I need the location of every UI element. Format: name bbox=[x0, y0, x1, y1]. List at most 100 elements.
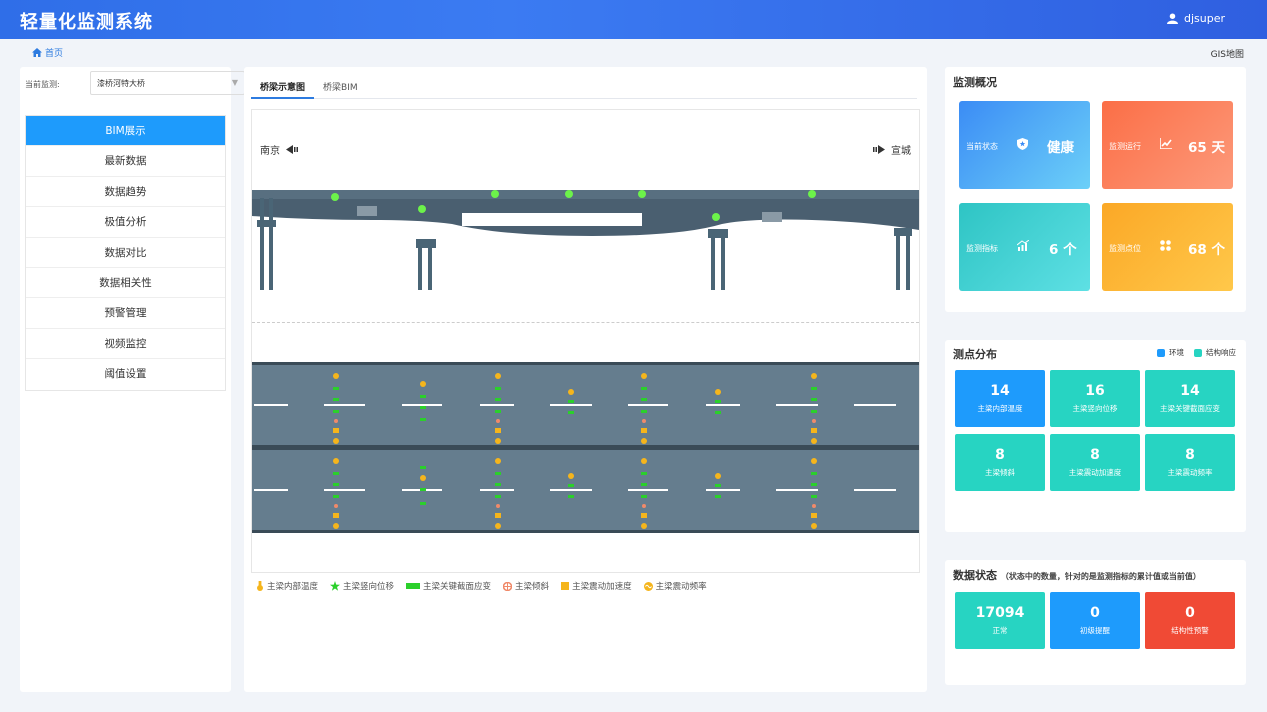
tile-normal-label: 正常 bbox=[992, 626, 1008, 635]
tile-primary-reminder[interactable]: 0 初级提醒 bbox=[1050, 592, 1140, 649]
tile-strain-value: 14 bbox=[1180, 383, 1200, 399]
thermometer-icon bbox=[257, 581, 263, 591]
tile-primary-reminder-label: 初级提醒 bbox=[1080, 626, 1110, 635]
card-runtime[interactable]: 监测运行 65 天 bbox=[1102, 101, 1233, 189]
home-icon bbox=[32, 48, 42, 57]
bridge-diagram: 南京 宣城 bbox=[251, 109, 920, 573]
tile-displacement[interactable]: 16 主梁竖向位移 bbox=[1050, 370, 1140, 427]
legend-temperature: 主梁内部温度 bbox=[256, 580, 318, 592]
menu-item-data-compare[interactable]: 数据对比 bbox=[26, 238, 225, 268]
card-points-value: 68 个 bbox=[1188, 242, 1225, 258]
tile-tilt[interactable]: 8 主梁倾斜 bbox=[955, 434, 1045, 491]
legend-acceleration: 主梁震动加速度 bbox=[561, 580, 632, 592]
tile-displacement-label: 主梁竖向位移 bbox=[1072, 404, 1118, 413]
chevron-down-icon: ▼ bbox=[231, 78, 238, 87]
overview-title: 监测概况 bbox=[953, 76, 997, 89]
tile-frequency[interactable]: 8 主梁震动频率 bbox=[1145, 434, 1235, 491]
card-indicators-value: 6 个 bbox=[1049, 242, 1077, 258]
legend-env-swatch bbox=[1157, 348, 1165, 357]
tile-strain[interactable]: 14 主梁关键截面应变 bbox=[1145, 370, 1235, 427]
monitor-select-label: 当前监测: bbox=[25, 80, 60, 89]
legend-frequency: 主梁震动频率 bbox=[643, 580, 707, 592]
breadcrumb[interactable]: 首页 bbox=[32, 46, 63, 59]
legend-struct-label: 结构响应 bbox=[1206, 348, 1236, 357]
arrow-right-icon bbox=[873, 145, 885, 154]
tab-bridge-bim[interactable]: 桥梁BIM bbox=[314, 75, 367, 99]
square-icon bbox=[561, 582, 570, 590]
user-menu[interactable]: djsuper bbox=[1166, 12, 1225, 25]
star-icon bbox=[330, 581, 341, 591]
frequency-icon bbox=[643, 581, 653, 591]
distribution-panel: 测点分布 环境 结构响应 14 主梁内部温度 16 主梁竖向位移 14 主梁关键截面应… bbox=[945, 340, 1246, 532]
card-status-label: 当前状态 bbox=[966, 142, 998, 151]
tile-strain-label: 主梁关键截面应变 bbox=[1160, 404, 1220, 413]
tile-acceleration-label: 主梁震动加速度 bbox=[1068, 468, 1122, 477]
tile-tilt-label: 主梁倾斜 bbox=[985, 468, 1015, 477]
app-title: 轻量化监测系统 bbox=[20, 12, 153, 33]
tile-temperature-value: 14 bbox=[990, 383, 1010, 399]
menu-item-data-trend[interactable]: 数据趋势 bbox=[26, 177, 225, 208]
menu-item-alert-management[interactable]: 预警管理 bbox=[26, 298, 225, 329]
card-runtime-label: 监测运行 bbox=[1109, 142, 1141, 151]
distribution-legend: 环境 结构响应 bbox=[1157, 347, 1236, 358]
direction-left-label: 南京 bbox=[260, 146, 280, 157]
username: djsuper bbox=[1183, 12, 1225, 25]
data-status-title: 数据状态 （状态中的数量，针对的是监测指标的累计值或当前值） bbox=[953, 567, 1201, 583]
menu-item-video-monitor[interactable]: 视频监控 bbox=[26, 329, 225, 360]
tile-structural-alert-label: 结构性预警 bbox=[1171, 626, 1209, 635]
legend-env-label: 环境 bbox=[1169, 348, 1184, 357]
tile-tilt-value: 8 bbox=[995, 447, 1005, 463]
menu-item-data-correlation[interactable]: 数据相关性 bbox=[26, 268, 225, 299]
chart-icon bbox=[1160, 138, 1172, 149]
tile-frequency-label: 主梁震动频率 bbox=[1167, 468, 1213, 477]
data-status-note: （状态中的数量，针对的是监测指标的累计值或当前值） bbox=[1000, 572, 1201, 581]
sensor-legend: 主梁内部温度 主梁竖向位移 主梁关键截面应变 主梁倾斜 主梁震动加速度 主梁震动… bbox=[256, 580, 707, 592]
user-icon bbox=[1166, 13, 1178, 24]
trend-icon bbox=[1017, 240, 1029, 251]
bridge-plan bbox=[252, 362, 919, 533]
legend-struct-swatch bbox=[1194, 348, 1202, 357]
tilt-icon bbox=[503, 581, 513, 591]
menu-item-extreme-analysis[interactable]: 极值分析 bbox=[26, 207, 225, 238]
direction-right: 宣城 bbox=[872, 142, 911, 157]
card-status-value: 健康 bbox=[1047, 140, 1074, 156]
card-runtime-value: 65 天 bbox=[1188, 140, 1225, 156]
data-status-panel: 数据状态 （状态中的数量，针对的是监测指标的累计值或当前值） 17094 正常 0… bbox=[945, 560, 1246, 685]
side-menu: BIM展示 最新数据 数据趋势 极值分析 数据对比 数据相关性 预警管理 视频监… bbox=[25, 115, 226, 391]
left-sidebar: 当前监测: 漆桥河特大桥 ▼ BIM展示 最新数据 数据趋势 极值分析 数据对比… bbox=[20, 67, 245, 692]
card-status[interactable]: 当前状态 健康 bbox=[959, 101, 1090, 189]
legend-strain: 主梁关键截面应变 bbox=[406, 580, 491, 592]
grid-icon bbox=[1160, 240, 1171, 251]
tile-temperature-label: 主梁内部温度 bbox=[977, 404, 1023, 413]
card-points[interactable]: 监测点位 68 个 bbox=[1102, 203, 1233, 291]
divider bbox=[252, 322, 919, 323]
overview-panel: 监测概况 当前状态 健康 监测运行 65 天 监测指标 6 个 监测点位 68 … bbox=[945, 67, 1246, 312]
card-indicators-label: 监测指标 bbox=[966, 244, 998, 253]
tile-displacement-value: 16 bbox=[1085, 383, 1105, 399]
menu-item-latest-data[interactable]: 最新数据 bbox=[26, 146, 225, 177]
menu-item-threshold-settings[interactable]: 阈值设置 bbox=[26, 359, 225, 389]
arrow-left-icon bbox=[286, 145, 298, 154]
tab-bridge-diagram[interactable]: 桥梁示意图 bbox=[251, 75, 315, 99]
legend-displacement: 主梁竖向位移 bbox=[330, 580, 394, 592]
distribution-title: 测点分布 bbox=[953, 348, 997, 361]
tile-primary-reminder-value: 0 bbox=[1090, 605, 1100, 621]
tile-structural-alert[interactable]: 0 结构性预警 bbox=[1145, 592, 1235, 649]
monitor-select-value: 漆桥河特大桥 bbox=[97, 79, 145, 88]
bar-icon bbox=[406, 583, 421, 589]
breadcrumb-home[interactable]: 首页 bbox=[45, 46, 63, 59]
data-status-heading: 数据状态 bbox=[953, 569, 997, 582]
card-indicators[interactable]: 监测指标 6 个 bbox=[959, 203, 1090, 291]
monitor-select[interactable]: 漆桥河特大桥 ▼ bbox=[90, 71, 245, 95]
main-panel: 桥梁示意图 桥梁BIM 南京 宣城 主梁内部温度 主梁竖向位移 主梁关键截面应变… bbox=[244, 67, 927, 692]
menu-item-bim[interactable]: BIM展示 bbox=[26, 116, 225, 147]
tile-acceleration[interactable]: 8 主梁震动加速度 bbox=[1050, 434, 1140, 491]
direction-left: 南京 bbox=[260, 142, 299, 157]
legend-tilt: 主梁倾斜 bbox=[503, 580, 549, 592]
direction-right-label: 宣城 bbox=[891, 146, 911, 157]
tile-normal-value: 17094 bbox=[975, 605, 1025, 621]
tile-normal[interactable]: 17094 正常 bbox=[955, 592, 1045, 649]
gis-map-link[interactable]: GIS地图 bbox=[1211, 47, 1244, 60]
tile-temperature[interactable]: 14 主梁内部温度 bbox=[955, 370, 1045, 427]
shield-icon bbox=[1017, 138, 1028, 150]
